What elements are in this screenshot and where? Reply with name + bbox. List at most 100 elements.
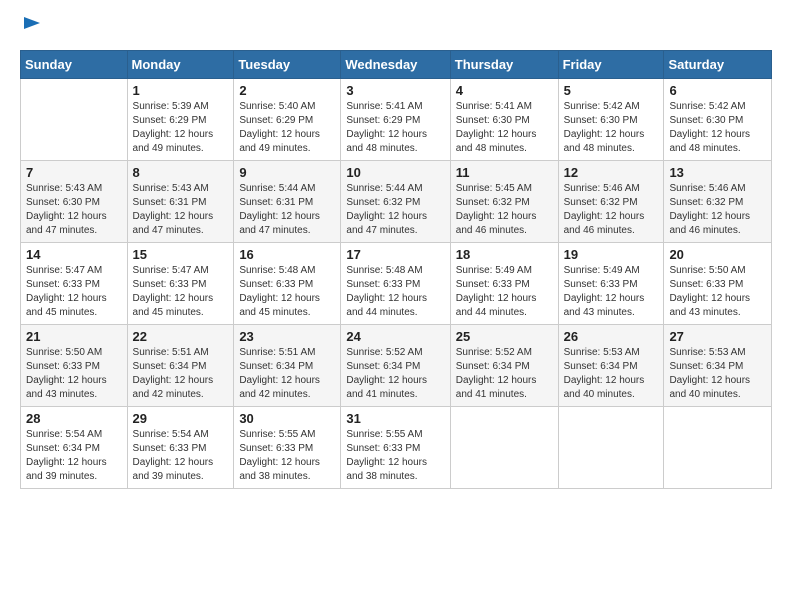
day-number: 1 xyxy=(133,83,229,98)
day-number: 3 xyxy=(346,83,444,98)
calendar-week-row: 7 Sunrise: 5:43 AM Sunset: 6:30 PM Daylig… xyxy=(21,161,772,243)
calendar-day-cell xyxy=(450,407,558,489)
day-info: Sunrise: 5:54 AM Sunset: 6:33 PM Dayligh… xyxy=(133,428,229,484)
calendar-day-cell: 2 Sunrise: 5:40 AM Sunset: 6:29 PM Daylig… xyxy=(234,79,341,161)
day-info: Sunrise: 5:50 AM Sunset: 6:33 PM Dayligh… xyxy=(669,264,766,320)
logo-flag-icon xyxy=(22,15,42,35)
calendar-day-cell: 15 Sunrise: 5:47 AM Sunset: 6:33 PM Dayli… xyxy=(127,243,234,325)
day-info: Sunrise: 5:41 AM Sunset: 6:29 PM Dayligh… xyxy=(346,100,444,156)
calendar-day-cell: 3 Sunrise: 5:41 AM Sunset: 6:29 PM Daylig… xyxy=(341,79,450,161)
calendar-day-cell: 12 Sunrise: 5:46 AM Sunset: 6:32 PM Dayli… xyxy=(558,161,664,243)
calendar-day-cell: 4Sunrise: 5:41 AM Sunset: 6:30 PM Daylig… xyxy=(450,79,558,161)
day-number: 25 xyxy=(456,329,553,344)
calendar-day-cell: 18 Sunrise: 5:49 AM Sunset: 6:33 PM Dayli… xyxy=(450,243,558,325)
day-number: 16 xyxy=(239,247,335,262)
day-info: Sunrise: 5:44 AM Sunset: 6:31 PM Dayligh… xyxy=(239,182,335,238)
calendar-table: SundayMondayTuesdayWednesdayThursdayFrid… xyxy=(20,50,772,489)
day-info: Sunrise: 5:47 AM Sunset: 6:33 PM Dayligh… xyxy=(133,264,229,320)
day-number: 5 xyxy=(564,83,659,98)
col-header-monday: Monday xyxy=(127,51,234,79)
day-number: 20 xyxy=(669,247,766,262)
day-number: 7 xyxy=(26,165,122,180)
day-number: 10 xyxy=(346,165,444,180)
calendar-day-cell: 6 Sunrise: 5:42 AM Sunset: 6:30 PM Daylig… xyxy=(664,79,772,161)
day-number: 24 xyxy=(346,329,444,344)
day-info: Sunrise: 5:46 AM Sunset: 6:32 PM Dayligh… xyxy=(669,182,766,238)
day-number: 9 xyxy=(239,165,335,180)
col-header-wednesday: Wednesday xyxy=(341,51,450,79)
day-info: Sunrise: 5:55 AM Sunset: 6:33 PM Dayligh… xyxy=(239,428,335,484)
col-header-thursday: Thursday xyxy=(450,51,558,79)
day-info: Sunrise: 5:53 AM Sunset: 6:34 PM Dayligh… xyxy=(669,346,766,402)
day-number: 14 xyxy=(26,247,122,262)
day-number: 11 xyxy=(456,165,553,180)
calendar-day-cell: 19Sunrise: 5:49 AM Sunset: 6:33 PM Dayli… xyxy=(558,243,664,325)
day-info: Sunrise: 5:41 AM Sunset: 6:30 PM Dayligh… xyxy=(456,100,553,156)
calendar-day-cell: 11Sunrise: 5:45 AM Sunset: 6:32 PM Dayli… xyxy=(450,161,558,243)
day-number: 15 xyxy=(133,247,229,262)
day-number: 21 xyxy=(26,329,122,344)
day-info: Sunrise: 5:50 AM Sunset: 6:33 PM Dayligh… xyxy=(26,346,122,402)
day-info: Sunrise: 5:49 AM Sunset: 6:33 PM Dayligh… xyxy=(456,264,553,320)
col-header-tuesday: Tuesday xyxy=(234,51,341,79)
header xyxy=(20,15,772,40)
day-number: 26 xyxy=(564,329,659,344)
calendar-day-cell: 24 Sunrise: 5:52 AM Sunset: 6:34 PM Dayli… xyxy=(341,325,450,407)
col-header-friday: Friday xyxy=(558,51,664,79)
logo-text xyxy=(20,15,42,40)
day-info: Sunrise: 5:51 AM Sunset: 6:34 PM Dayligh… xyxy=(239,346,335,402)
day-number: 29 xyxy=(133,411,229,426)
day-info: Sunrise: 5:43 AM Sunset: 6:31 PM Dayligh… xyxy=(133,182,229,238)
day-info: Sunrise: 5:52 AM Sunset: 6:34 PM Dayligh… xyxy=(456,346,553,402)
calendar-day-cell: 13Sunrise: 5:46 AM Sunset: 6:32 PM Dayli… xyxy=(664,161,772,243)
calendar-day-cell: 20 Sunrise: 5:50 AM Sunset: 6:33 PM Dayli… xyxy=(664,243,772,325)
day-info: Sunrise: 5:40 AM Sunset: 6:29 PM Dayligh… xyxy=(239,100,335,156)
calendar-day-cell: 26 Sunrise: 5:53 AM Sunset: 6:34 PM Dayli… xyxy=(558,325,664,407)
day-info: Sunrise: 5:54 AM Sunset: 6:34 PM Dayligh… xyxy=(26,428,122,484)
day-number: 28 xyxy=(26,411,122,426)
day-number: 8 xyxy=(133,165,229,180)
day-info: Sunrise: 5:52 AM Sunset: 6:34 PM Dayligh… xyxy=(346,346,444,402)
calendar-day-cell: 16Sunrise: 5:48 AM Sunset: 6:33 PM Dayli… xyxy=(234,243,341,325)
calendar-day-cell xyxy=(21,79,128,161)
day-number: 6 xyxy=(669,83,766,98)
calendar-day-cell: 9 Sunrise: 5:44 AM Sunset: 6:31 PM Daylig… xyxy=(234,161,341,243)
day-info: Sunrise: 5:42 AM Sunset: 6:30 PM Dayligh… xyxy=(564,100,659,156)
calendar-day-cell: 14Sunrise: 5:47 AM Sunset: 6:33 PM Dayli… xyxy=(21,243,128,325)
calendar-day-cell: 5 Sunrise: 5:42 AM Sunset: 6:30 PM Daylig… xyxy=(558,79,664,161)
calendar-week-row: 28 Sunrise: 5:54 AM Sunset: 6:34 PM Dayli… xyxy=(21,407,772,489)
calendar-day-cell: 27 Sunrise: 5:53 AM Sunset: 6:34 PM Dayli… xyxy=(664,325,772,407)
calendar-day-cell: 31Sunrise: 5:55 AM Sunset: 6:33 PM Dayli… xyxy=(341,407,450,489)
calendar-day-cell xyxy=(558,407,664,489)
calendar-header-row: SundayMondayTuesdayWednesdayThursdayFrid… xyxy=(21,51,772,79)
day-info: Sunrise: 5:48 AM Sunset: 6:33 PM Dayligh… xyxy=(346,264,444,320)
day-number: 23 xyxy=(239,329,335,344)
calendar-day-cell: 23 Sunrise: 5:51 AM Sunset: 6:34 PM Dayli… xyxy=(234,325,341,407)
calendar-day-cell: 17 Sunrise: 5:48 AM Sunset: 6:33 PM Dayli… xyxy=(341,243,450,325)
day-info: Sunrise: 5:42 AM Sunset: 6:30 PM Dayligh… xyxy=(669,100,766,156)
day-number: 17 xyxy=(346,247,444,262)
calendar-week-row: 14 Sunrise: 5:47 AM Sunset: 6:33 PM Dayli… xyxy=(21,243,772,325)
day-number: 18 xyxy=(456,247,553,262)
day-info: Sunrise: 5:49 AM Sunset: 6:33 PM Dayligh… xyxy=(564,264,659,320)
calendar-day-cell: 7 Sunrise: 5:43 AM Sunset: 6:30 PM Daylig… xyxy=(21,161,128,243)
col-header-saturday: Saturday xyxy=(664,51,772,79)
day-info: Sunrise: 5:43 AM Sunset: 6:30 PM Dayligh… xyxy=(26,182,122,238)
calendar-week-row: 1Sunrise: 5:39 AM Sunset: 6:29 PM Daylig… xyxy=(21,79,772,161)
day-number: 12 xyxy=(564,165,659,180)
col-header-sunday: Sunday xyxy=(21,51,128,79)
day-info: Sunrise: 5:55 AM Sunset: 6:33 PM Dayligh… xyxy=(346,428,444,484)
day-number: 2 xyxy=(239,83,335,98)
day-number: 27 xyxy=(669,329,766,344)
logo xyxy=(20,15,42,40)
calendar-day-cell: 28 Sunrise: 5:54 AM Sunset: 6:34 PM Dayli… xyxy=(21,407,128,489)
day-info: Sunrise: 5:46 AM Sunset: 6:32 PM Dayligh… xyxy=(564,182,659,238)
calendar-day-cell: 21 Sunrise: 5:50 AM Sunset: 6:33 PM Dayli… xyxy=(21,325,128,407)
calendar-day-cell: 1Sunrise: 5:39 AM Sunset: 6:29 PM Daylig… xyxy=(127,79,234,161)
day-info: Sunrise: 5:53 AM Sunset: 6:34 PM Dayligh… xyxy=(564,346,659,402)
page: SundayMondayTuesdayWednesdayThursdayFrid… xyxy=(0,0,792,612)
calendar-day-cell xyxy=(664,407,772,489)
calendar-day-cell: 22Sunrise: 5:51 AM Sunset: 6:34 PM Dayli… xyxy=(127,325,234,407)
calendar-week-row: 21 Sunrise: 5:50 AM Sunset: 6:33 PM Dayli… xyxy=(21,325,772,407)
day-number: 22 xyxy=(133,329,229,344)
